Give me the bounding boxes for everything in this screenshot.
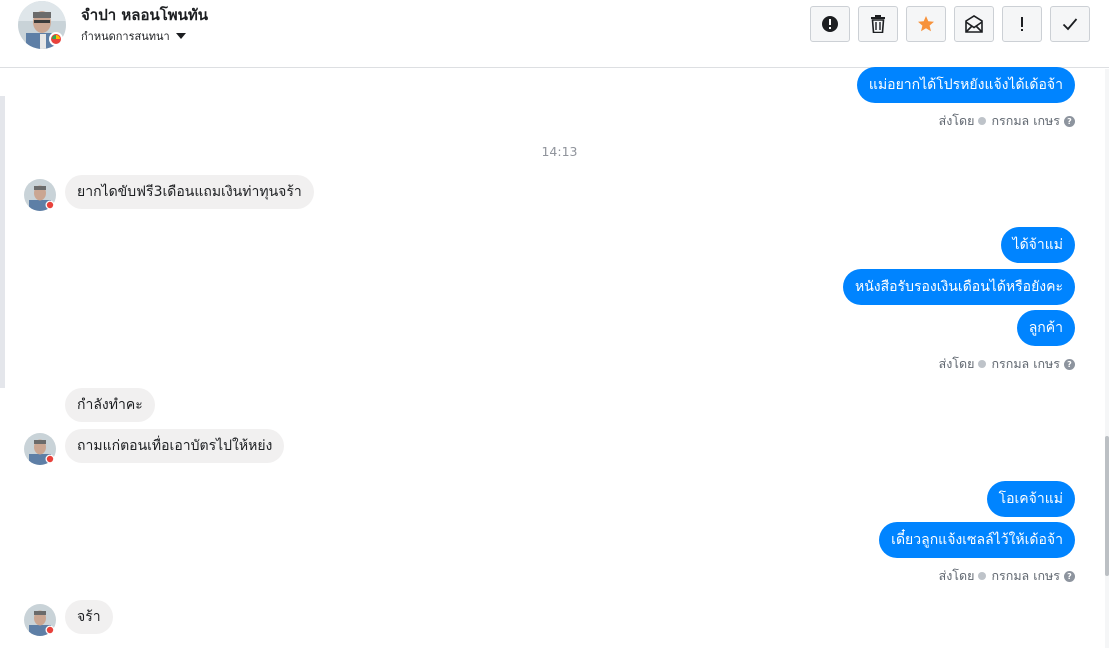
exclamation-circle-icon: [822, 16, 838, 32]
message-timestamp: 14:13: [541, 144, 578, 159]
follow-up-button[interactable]: [1002, 6, 1042, 42]
message-outgoing[interactable]: ลูกค้า: [1016, 310, 1075, 346]
contact-avatar[interactable]: [18, 1, 66, 49]
check-icon: [1062, 18, 1078, 31]
message-outgoing[interactable]: หนังสือรับรองเงินเดือนได้หรือยังคะ: [842, 269, 1075, 305]
left-panel-edge: [0, 96, 5, 388]
message-incoming[interactable]: จร้า: [65, 600, 113, 634]
contact-avatar-small[interactable]: [24, 604, 56, 636]
sent-by-agent[interactable]: กรกมล เกษร: [991, 566, 1060, 586]
help-icon[interactable]: ?: [1064, 358, 1075, 370]
conversation-header: จำปา หลอนโพนทัน กำหนดการสนทนา: [0, 0, 1109, 68]
trash-icon: [871, 15, 885, 33]
envelope-icon: [965, 15, 983, 33]
contact-avatar-small[interactable]: [24, 433, 56, 465]
sent-by-label: ส่งโดย: [938, 568, 975, 583]
contact-avatar-small[interactable]: [24, 179, 56, 211]
delete-button[interactable]: [858, 6, 898, 42]
help-icon[interactable]: ?: [1064, 115, 1075, 127]
agent-status-icon: [978, 572, 987, 580]
conversation-status-dropdown[interactable]: กำหนดการสนทนา: [81, 27, 186, 45]
conversation-status-label: กำหนดการสนทนา: [81, 30, 170, 43]
toolbar: [810, 6, 1098, 42]
message-outgoing[interactable]: เดี๋ยวลูกแจ้งเซลล์ไว้ให้เด้อจ้า: [879, 522, 1075, 558]
agent-status-icon: [978, 360, 987, 368]
contact-name[interactable]: จำปา หลอนโพนทัน: [81, 3, 208, 27]
star-button[interactable]: [906, 6, 946, 42]
report-spam-button[interactable]: [810, 6, 850, 42]
sent-by-info: ส่งโดย กรกมล เกษร?: [939, 111, 1075, 131]
message-outgoing[interactable]: แม่อยากได้โปรหยังแจ้งได้เด้อจ้า: [856, 67, 1075, 103]
sent-by-agent[interactable]: กรกมล เกษร: [991, 111, 1060, 131]
message-outgoing[interactable]: โอเคจ้าแม่: [986, 481, 1075, 517]
exclamation-icon: [1021, 17, 1023, 31]
help-icon[interactable]: ?: [1064, 570, 1075, 582]
agent-status-icon: [978, 117, 987, 125]
scrollbar-thumb[interactable]: [1105, 436, 1109, 576]
caret-down-icon: [175, 33, 186, 39]
message-outgoing[interactable]: ได้จ้าแม่: [1000, 227, 1075, 263]
sent-by-agent[interactable]: กรกมล เกษร: [991, 354, 1060, 374]
mark-unread-button[interactable]: [954, 6, 994, 42]
sent-by-label: ส่งโดย: [938, 356, 975, 371]
sent-by-label: ส่งโดย: [938, 113, 975, 128]
message-incoming[interactable]: ถามแก่ตอนเทื่อเอาบัตรไปให้หย่ง: [65, 429, 285, 463]
message-incoming[interactable]: ยากไดขับฟรี3เดือนแถมเงินท่าทุนจร้า: [65, 175, 314, 209]
message-incoming[interactable]: กำลังทำคะ: [65, 388, 155, 422]
mark-done-button[interactable]: [1050, 6, 1090, 42]
star-icon: [918, 16, 934, 32]
sent-by-info: ส่งโดย กรกมล เกษร?: [939, 354, 1075, 374]
sent-by-info: ส่งโดย กรกมล เกษร?: [939, 566, 1075, 586]
